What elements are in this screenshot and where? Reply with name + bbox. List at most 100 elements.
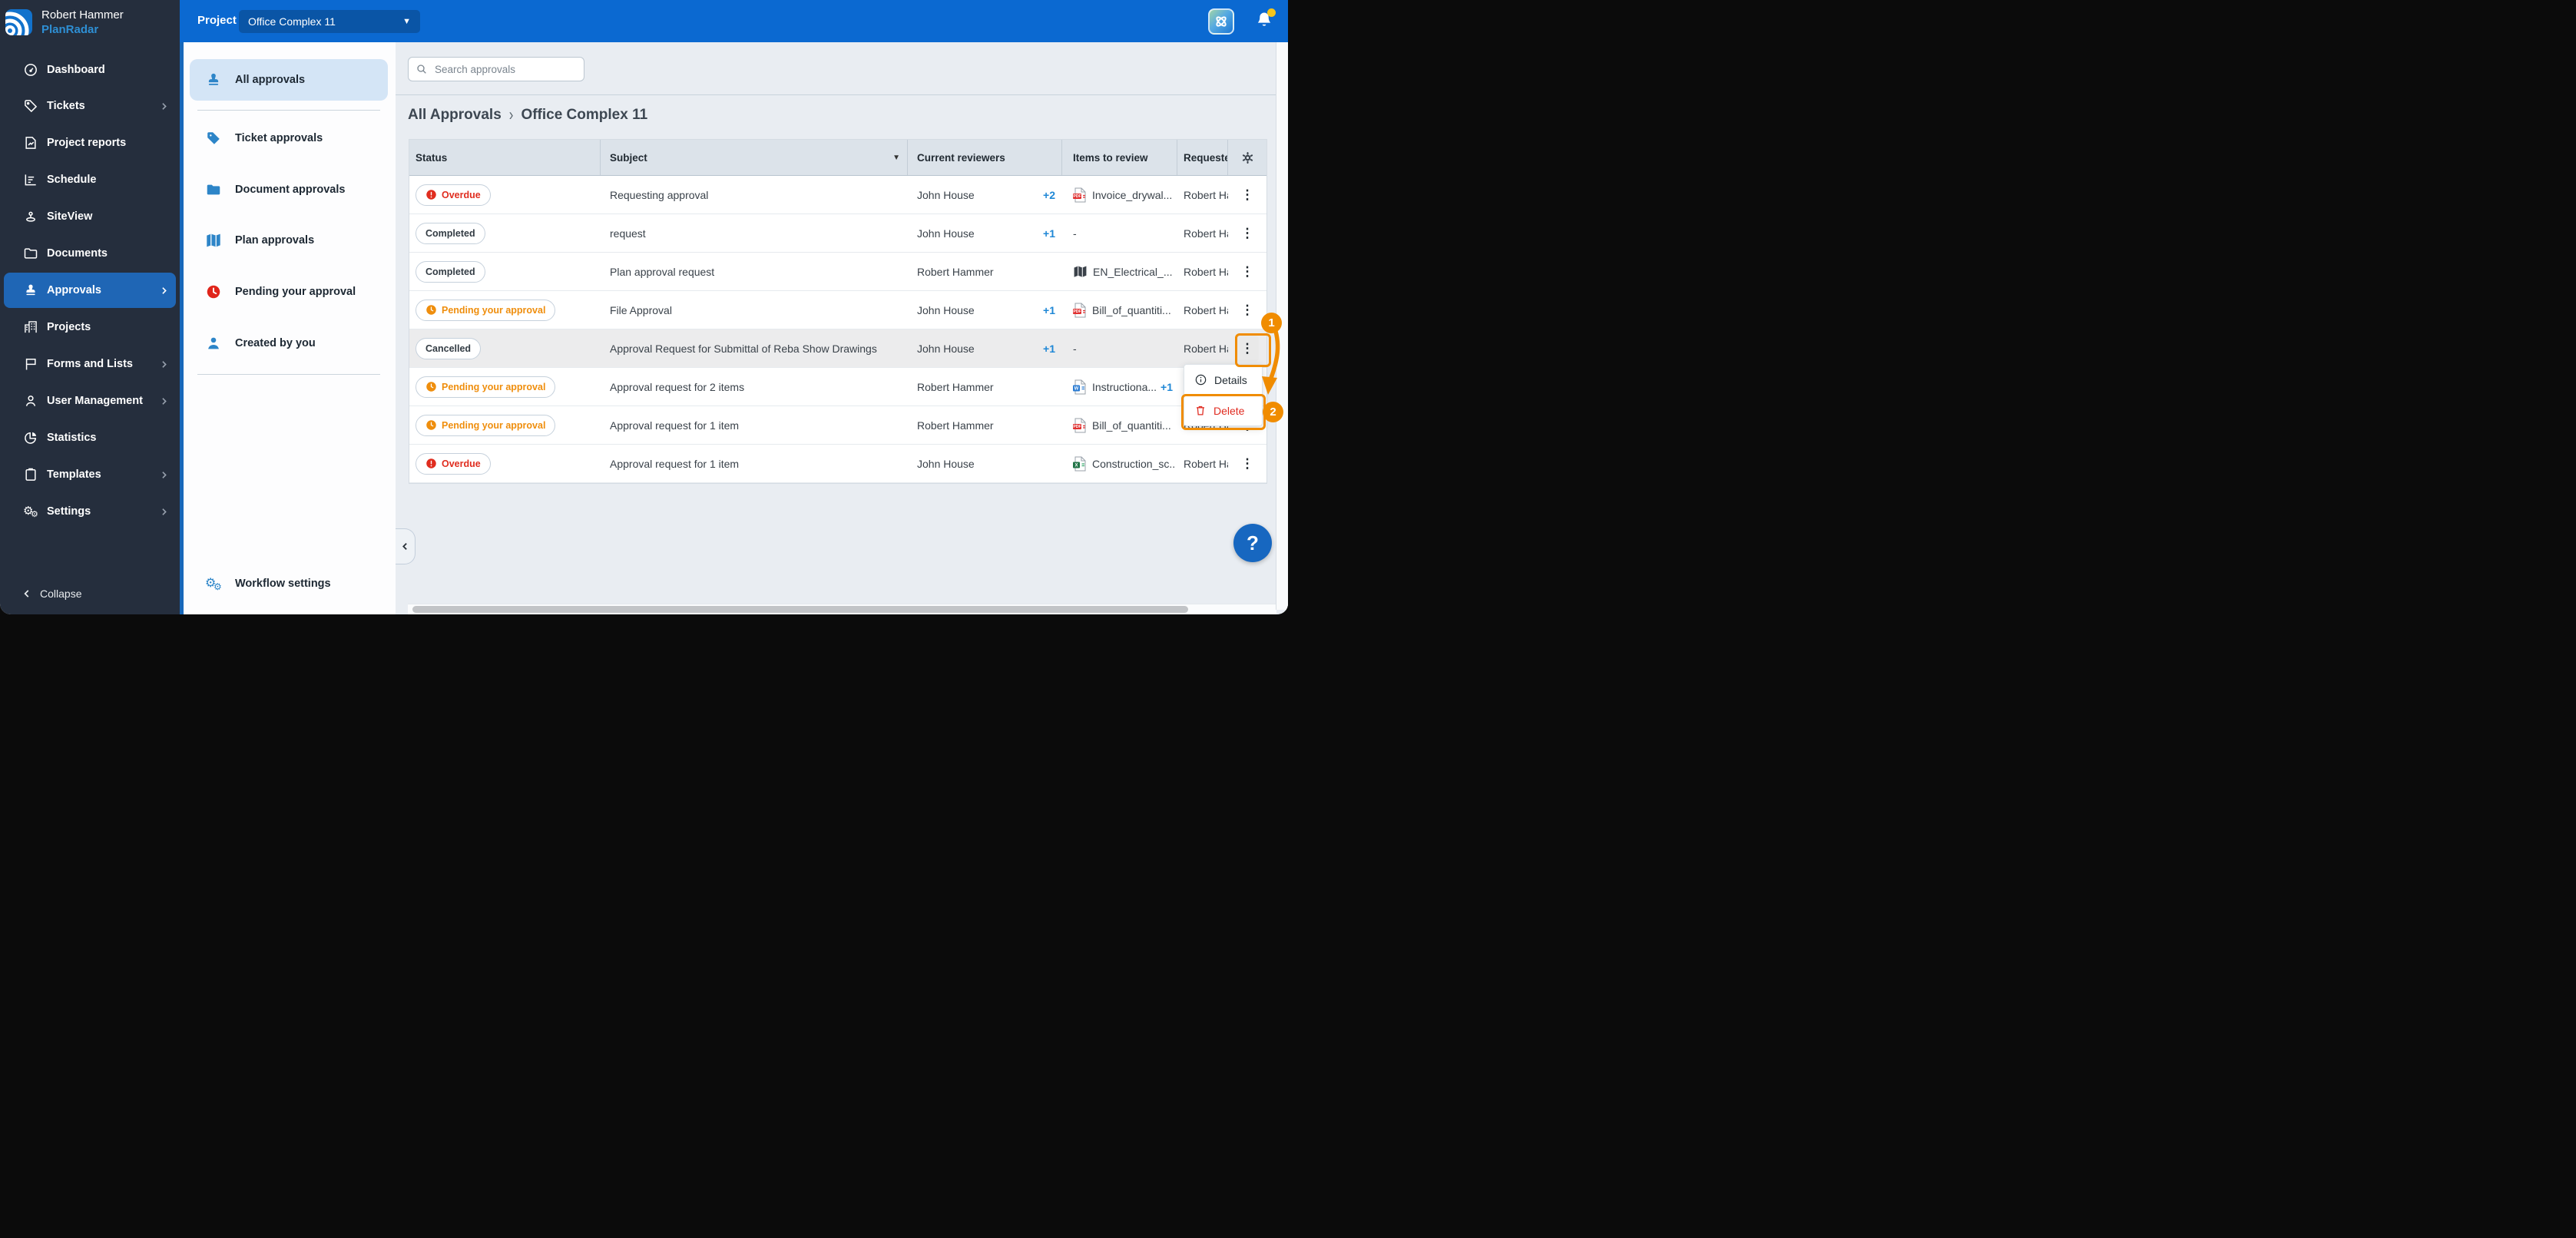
column-header-items[interactable]: Items to review: [1062, 140, 1177, 175]
sidebar-item-label: Documents: [47, 247, 108, 260]
sidebar-item-schedule[interactable]: Schedule: [0, 164, 180, 195]
sidebar-item-documents[interactable]: Documents: [0, 238, 180, 269]
horizontal-scrollbar-thumb[interactable]: [412, 606, 1188, 613]
row-context-menu: Details Delete: [1184, 364, 1263, 426]
sidebar: Robert Hammer PlanRadar Dashboard Ticket…: [0, 0, 180, 614]
table-row[interactable]: Completed Plan approval request Robert H…: [409, 253, 1266, 291]
table-row[interactable]: Pending your approval Approval request f…: [409, 368, 1266, 406]
row-menu-kebab-icon[interactable]: ⋮: [1236, 259, 1259, 285]
chevron-right-icon: [159, 101, 169, 111]
stamp-icon: [205, 71, 222, 88]
items-to-review[interactable]: X Construction_sc...: [1062, 456, 1177, 472]
sidebar-item-tickets[interactable]: Tickets: [0, 91, 180, 121]
filter-document-approvals[interactable]: Document approvals: [184, 173, 396, 207]
sidebar-item-siteview[interactable]: SiteView: [0, 201, 180, 232]
annotation-step-1: 1: [1261, 313, 1282, 333]
requester: Robert Ha: [1184, 188, 1228, 201]
items-to-review[interactable]: PDF Invoice_drywal...: [1062, 187, 1177, 203]
sidebar-item-projects[interactable]: Projects: [0, 312, 180, 343]
breadcrumb-parent[interactable]: All Approvals: [408, 107, 502, 124]
notifications-bell-icon[interactable]: [1254, 8, 1276, 33]
sidebar-item-dashboard[interactable]: Dashboard: [0, 55, 180, 85]
brand-name[interactable]: PlanRadar: [41, 22, 124, 37]
row-menu-kebab-icon[interactable]: ⋮: [1236, 220, 1259, 247]
divider: [396, 94, 1276, 95]
row-menu-kebab-icon[interactable]: ⋮: [1236, 182, 1259, 208]
help-button[interactable]: ?: [1233, 524, 1272, 562]
requester: Robert Ha: [1184, 342, 1228, 355]
table-row[interactable]: Pending your approval File Approval John…: [409, 291, 1266, 329]
requester: Robert Ha: [1184, 265, 1228, 278]
table-row[interactable]: Completed request John House +1 - Robert …: [409, 214, 1266, 253]
items-to-review[interactable]: W Instructiona... +1: [1062, 379, 1177, 395]
column-header-status[interactable]: Status: [409, 140, 601, 175]
search-box[interactable]: [408, 57, 584, 81]
extra-reviewers-count[interactable]: +1: [1043, 304, 1055, 316]
topbar: Project Office Complex 11 ▼: [180, 0, 1288, 42]
approvals-table: Status Subject ▼ Current reviewers Items …: [409, 139, 1267, 484]
table-row[interactable]: Overdue Approval request for 1 item John…: [409, 445, 1266, 483]
extra-items-count[interactable]: +1: [1161, 381, 1173, 393]
sidebar-item-label: User Management: [47, 395, 143, 407]
sidebar-item-label: Dashboard: [47, 64, 105, 76]
filter-created-by-you[interactable]: Created by you: [184, 326, 396, 360]
search-input[interactable]: [433, 62, 577, 76]
sidebar-item-label: Templates: [47, 468, 101, 481]
tag-icon: [23, 98, 38, 114]
reviewers: John House +1: [917, 227, 1055, 240]
row-menu-kebab-icon[interactable]: ⋮: [1236, 297, 1259, 323]
panel-collapse-handle[interactable]: [396, 528, 416, 564]
column-header-subject[interactable]: Subject ▼: [601, 140, 908, 175]
items-to-review[interactable]: PDF Bill_of_quantiti...: [1062, 303, 1177, 318]
sidebar-item-forms-and-lists[interactable]: Forms and Lists: [0, 349, 180, 379]
sidebar-item-templates[interactable]: Templates: [0, 459, 180, 490]
assistant-icon[interactable]: [1208, 8, 1234, 35]
filter-plan-approvals[interactable]: Plan approvals: [184, 223, 396, 257]
context-menu-details[interactable]: Details: [1184, 365, 1262, 395]
chevron-right-icon: [159, 470, 169, 480]
sidebar-item-settings[interactable]: ⚙ ⚙ Settings: [0, 496, 180, 527]
filter-ticket-approvals[interactable]: Ticket approvals: [184, 121, 396, 155]
status-badge: Overdue: [416, 184, 491, 206]
svg-text:X: X: [1074, 463, 1078, 468]
context-menu-delete[interactable]: Delete: [1184, 395, 1262, 425]
column-settings-gear[interactable]: [1228, 140, 1266, 175]
horizontal-scrollbar[interactable]: [408, 604, 1276, 614]
chevron-separator-icon: ›: [508, 105, 514, 124]
status-badge: Completed: [416, 222, 485, 244]
search-icon: [416, 63, 428, 75]
filter-all-approvals[interactable]: All approvals: [184, 63, 396, 97]
buildings-icon: [23, 319, 38, 335]
extra-reviewers-count[interactable]: +2: [1043, 189, 1055, 201]
status-badge: Overdue: [416, 452, 491, 475]
tag-icon: [205, 130, 222, 147]
info-icon: [1194, 373, 1207, 386]
sidebar-item-user-management[interactable]: User Management: [0, 386, 180, 416]
collapse-button[interactable]: Collapse: [0, 582, 81, 605]
sidebar-item-label: Tickets: [47, 100, 85, 112]
table-row[interactable]: Overdue Requesting approval John House +2…: [409, 176, 1266, 214]
sidebar-item-statistics[interactable]: Statistics: [0, 422, 180, 453]
table-row-selected[interactable]: Cancelled Approval Request for Submittal…: [409, 329, 1266, 368]
column-header-requester[interactable]: Requester: [1177, 140, 1228, 175]
project-selector[interactable]: Office Complex 11 ▼: [239, 10, 420, 33]
project-label: Project: [197, 14, 237, 27]
extra-reviewers-count[interactable]: +1: [1043, 227, 1055, 240]
clock-icon: [205, 283, 222, 300]
divider: [197, 110, 380, 111]
sidebar-item-project-reports[interactable]: Project reports: [0, 127, 180, 158]
table-row[interactable]: Pending your approval Approval request f…: [409, 406, 1266, 445]
items-to-review[interactable]: EN_Electrical_...: [1062, 265, 1177, 279]
requester: Robert Ha: [1184, 227, 1228, 240]
items-to-review: -: [1073, 342, 1077, 355]
column-header-reviewers[interactable]: Current reviewers: [908, 140, 1062, 175]
extra-reviewers-count[interactable]: +1: [1043, 343, 1055, 355]
row-menu-kebab-icon[interactable]: ⋮: [1236, 451, 1259, 477]
filter-pending-your-approval[interactable]: Pending your approval: [184, 275, 396, 309]
items-to-review[interactable]: PDF Bill_of_quantiti...: [1062, 418, 1177, 433]
sidebar-item-approvals[interactable]: Approvals: [0, 275, 180, 306]
workflow-settings-button[interactable]: ⚙ ⚙ Workflow settings: [184, 567, 396, 601]
filter-label: Ticket approvals: [235, 132, 323, 144]
status-badge: Pending your approval: [416, 299, 556, 321]
sidebar-item-label: Forms and Lists: [47, 358, 133, 370]
